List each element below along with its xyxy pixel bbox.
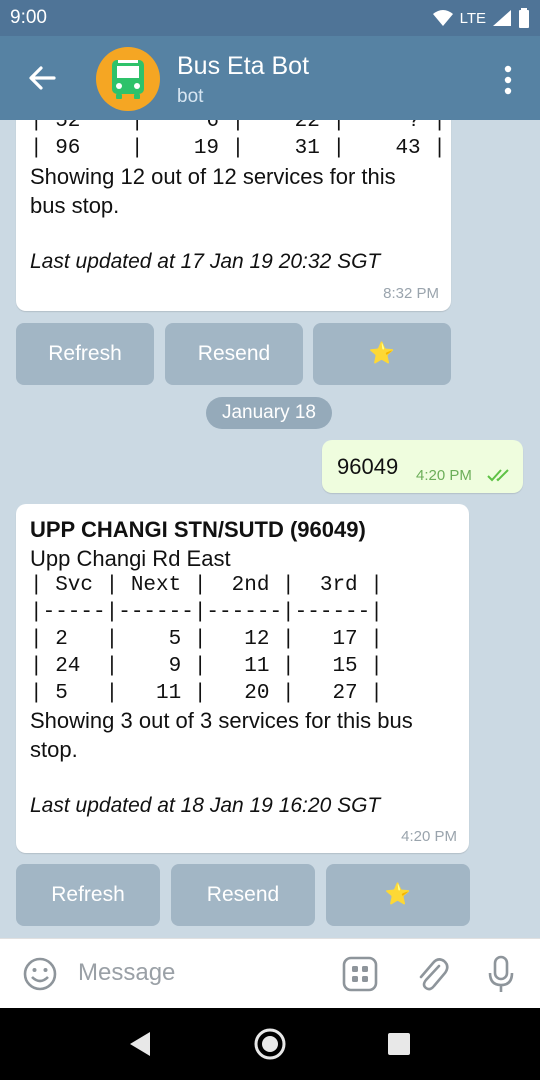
- nav-recents-icon[interactable]: [386, 1031, 412, 1057]
- summary-text: Showing 12 out of 12 services for this: [30, 164, 396, 189]
- stop-title: UPP CHANGI STN/SUTD (96049): [30, 517, 366, 542]
- table-row: | 52 | 6 | 22 | ? |: [30, 120, 446, 133]
- back-arrow-icon[interactable]: [24, 58, 60, 98]
- status-icons: LTE: [432, 8, 530, 28]
- message-input[interactable]: Message: [78, 959, 175, 987]
- avatar[interactable]: [96, 47, 160, 111]
- chat-area[interactable]: | 52 | 6 | 22 | ? | | 96 | 19 | 31 | 43 …: [0, 120, 540, 938]
- table-row: | 96 | 19 | 31 | 43 |: [30, 137, 446, 160]
- nav-back-icon[interactable]: [126, 1030, 152, 1058]
- status-time: 9:00: [10, 7, 47, 28]
- bus-icon: [112, 60, 144, 99]
- resend-button[interactable]: Resend: [171, 864, 315, 926]
- message-time: 8:32 PM: [383, 285, 439, 302]
- bot-commands-icon[interactable]: [342, 956, 378, 992]
- last-updated-text: Last updated at 17 Jan 19 20:32 SGT: [30, 250, 381, 273]
- wifi-icon: [432, 10, 453, 26]
- date-separator: January 18: [206, 397, 332, 429]
- mic-icon[interactable]: [486, 954, 516, 994]
- table-row: | 2 | 5 | 12 | 17 |: [30, 628, 383, 651]
- signal-icon: [493, 10, 511, 26]
- message-time: 4:20 PM: [401, 828, 457, 845]
- read-check-icon: [487, 469, 509, 482]
- refresh-button[interactable]: Refresh: [16, 864, 160, 926]
- emoji-icon[interactable]: [22, 956, 58, 992]
- outgoing-text: 96049: [337, 454, 399, 479]
- summary-text: bus stop.: [30, 193, 120, 218]
- network-label: LTE: [459, 9, 486, 27]
- attach-icon[interactable]: [414, 954, 450, 994]
- resend-button[interactable]: Resend: [165, 323, 303, 385]
- table-header: | Svc | Next | 2nd | 3rd |: [30, 574, 383, 597]
- nav-home-icon[interactable]: [252, 1026, 288, 1062]
- bot-message-1[interactable]: | 52 | 6 | 22 | ? | | 96 | 19 | 31 | 43 …: [16, 120, 451, 311]
- outgoing-message[interactable]: 96049 4:20 PM: [322, 440, 523, 493]
- refresh-button[interactable]: Refresh: [16, 323, 154, 385]
- star-button[interactable]: ⭐: [326, 864, 470, 926]
- star-button[interactable]: ⭐: [313, 323, 451, 385]
- battery-icon: [519, 8, 529, 28]
- chat-header: Bus Eta Bot bot: [0, 36, 540, 120]
- summary-text: stop.: [30, 737, 78, 762]
- table-row: | 24 | 9 | 11 | 15 |: [30, 655, 383, 678]
- summary-text: Showing 3 out of 3 services for this bus: [30, 708, 413, 733]
- table-row: | 5 | 11 | 20 | 27 |: [30, 682, 383, 705]
- system-nav-bar: [0, 1008, 540, 1080]
- chat-title[interactable]: Bus Eta Bot: [177, 52, 309, 81]
- message-input-bar: Message: [0, 938, 540, 1008]
- bot-message-2[interactable]: UPP CHANGI STN/SUTD (96049) Upp Changi R…: [16, 504, 469, 853]
- road-name: Upp Changi Rd East: [30, 546, 231, 571]
- last-updated-text: Last updated at 18 Jan 19 16:20 SGT: [30, 794, 381, 817]
- table-divider: |-----|------|------|------|: [30, 601, 383, 624]
- more-vert-icon[interactable]: [502, 64, 514, 96]
- chat-subtitle: bot: [177, 86, 204, 107]
- outgoing-time: 4:20 PM: [416, 467, 472, 484]
- status-bar: 9:00 LTE: [0, 0, 540, 36]
